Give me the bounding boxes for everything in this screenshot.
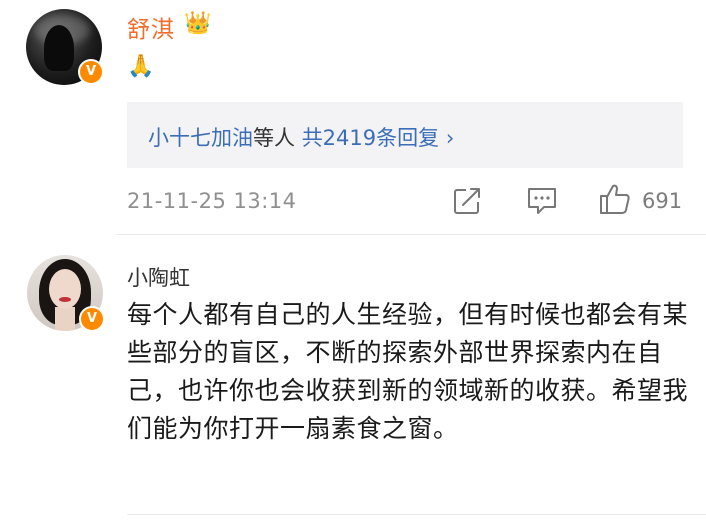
chevron-right-icon: ›	[445, 126, 455, 150]
verified-badge-icon: V	[79, 306, 105, 332]
comment-content: 🙏	[127, 54, 155, 79]
like-count: 691	[642, 189, 683, 213]
reply-suffix: 等人	[253, 126, 295, 150]
like-icon[interactable]	[598, 182, 632, 216]
username[interactable]: 舒淇	[127, 10, 175, 44]
reply-summary[interactable]: 小十七加油等人 共2419条回复 ›	[148, 122, 454, 152]
crown-icon: 👑	[184, 11, 212, 36]
verified-badge-icon: V	[78, 59, 104, 85]
divider	[127, 514, 706, 515]
share-icon[interactable]	[452, 186, 482, 216]
timestamp: 21-11-25 13:14	[127, 189, 297, 213]
reply-user-link[interactable]: 小十七加油	[148, 126, 253, 150]
reply-count-link[interactable]: 共2419条回复	[302, 126, 439, 150]
divider	[116, 234, 706, 235]
username[interactable]: 小陶虹	[127, 262, 190, 292]
comment-icon[interactable]	[526, 186, 558, 216]
comment-content: 每个人都有自己的人生经验，但有时候也都会有某些部分的盲区，不断的探索外部世界探索…	[127, 300, 689, 443]
